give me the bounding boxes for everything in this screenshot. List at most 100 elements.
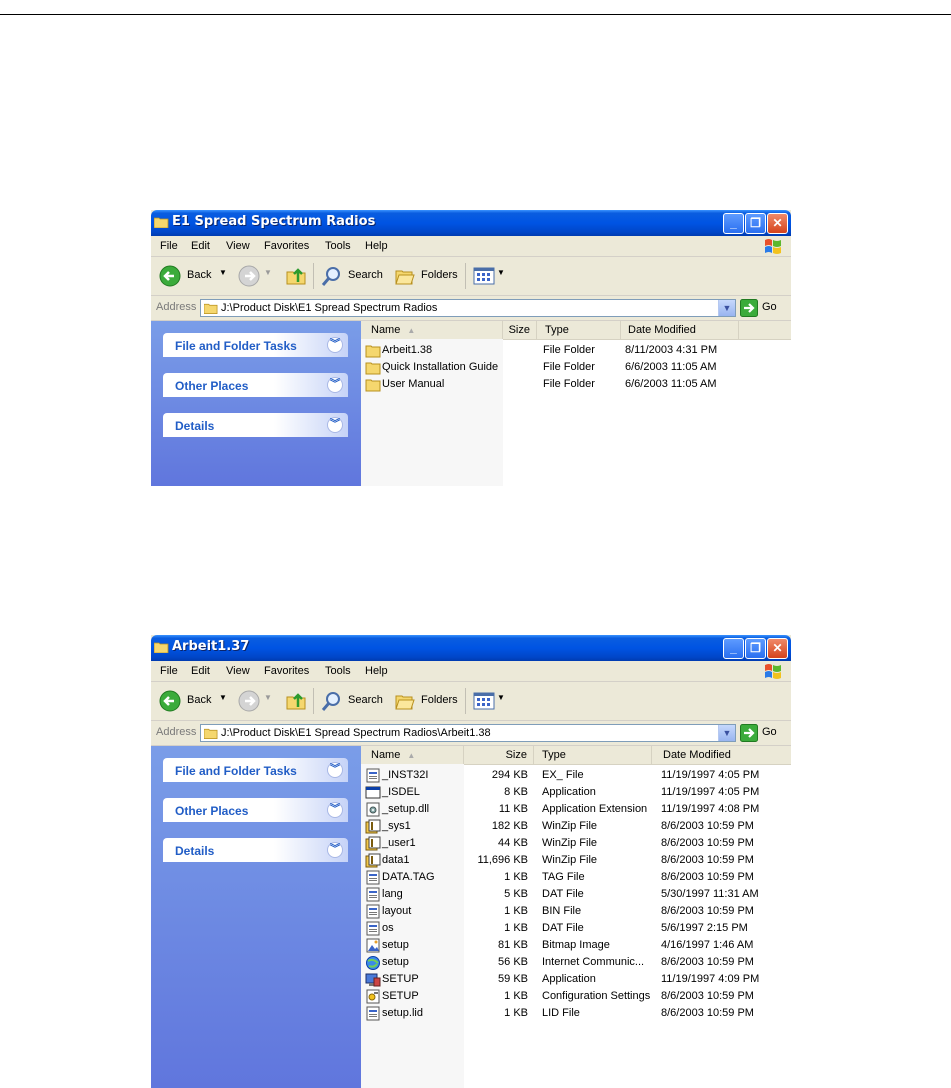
menu-view[interactable]: View — [226, 240, 250, 252]
list-item[interactable]: Arbeit1.38 File Folder 8/11/2003 4:31 PM — [361, 342, 791, 359]
list-item[interactable]: os 1 KB DAT File 5/6/1997 2:15 PM — [361, 920, 791, 937]
task-group-other-places[interactable]: Other Places ︾ — [163, 798, 348, 822]
file-name: setup — [382, 939, 409, 951]
maximize-button[interactable]: ❐ — [745, 638, 766, 659]
page-top-rule — [0, 14, 951, 15]
back-dropdown-icon[interactable]: ▼ — [219, 268, 227, 277]
menu-file[interactable]: File — [160, 240, 178, 252]
go-button[interactable]: Go — [740, 299, 786, 317]
maximize-button[interactable]: ❐ — [745, 213, 766, 234]
column-type[interactable]: Type — [534, 746, 652, 764]
forward-arrow-icon[interactable] — [238, 690, 260, 712]
views-icon[interactable] — [473, 690, 495, 712]
address-dropdown-icon[interactable]: ▼ — [718, 725, 735, 741]
chevron-down-icon[interactable]: ︾ — [327, 842, 343, 858]
column-name[interactable]: Name ▲ — [361, 746, 464, 764]
column-header-row: Name ▲ Size Type Date Modified — [361, 746, 791, 765]
chevron-down-icon[interactable]: ︾ — [327, 337, 343, 353]
go-label: Go — [762, 726, 777, 738]
menu-edit[interactable]: Edit — [191, 665, 210, 677]
folders-icon[interactable] — [394, 690, 416, 712]
close-button[interactable]: ✕ — [767, 213, 788, 234]
list-item[interactable]: _setup.dll 11 KB Application Extension 11/1… — [361, 801, 791, 818]
list-item[interactable]: setup 56 KB Internet Communic... 8/6/2003 1… — [361, 954, 791, 971]
list-item[interactable]: User Manual File Folder 6/6/2003 11:05 A… — [361, 376, 791, 393]
file-name: _INST32I — [382, 769, 429, 781]
chevron-down-icon[interactable]: ︾ — [327, 802, 343, 818]
minimize-button[interactable]: _ — [723, 638, 744, 659]
column-date-modified[interactable]: Date Modified — [652, 746, 791, 764]
list-item[interactable]: setup.lid 1 KB LID File 8/6/2003 10:59 PM — [361, 1005, 791, 1022]
folders-button[interactable]: Folders — [421, 694, 458, 706]
list-item[interactable]: Quick Installation Guide File Folder 6/6… — [361, 359, 791, 376]
column-type[interactable]: Type — [537, 321, 621, 339]
list-item[interactable]: DATA.TAG 1 KB TAG File 8/6/2003 10:59 PM — [361, 869, 791, 886]
list-item[interactable]: layout 1 KB BIN File 8/6/2003 10:59 PM — [361, 903, 791, 920]
chevron-down-icon[interactable]: ︾ — [327, 762, 343, 778]
title-bar[interactable]: E1 Spread Spectrum Radios _ ❐ ✕ — [151, 210, 791, 236]
column-size[interactable]: Size — [464, 746, 534, 764]
column-date-modified[interactable]: Date Modified — [621, 321, 739, 339]
list-item[interactable]: _ISDEL 8 KB Application 11/19/1997 4:05 PM — [361, 784, 791, 801]
list-item[interactable]: _sys1 182 KB WinZip File 8/6/2003 10:59 PM — [361, 818, 791, 835]
menu-favorites[interactable]: Favorites — [264, 665, 309, 677]
forward-dropdown-icon[interactable]: ▼ — [264, 693, 272, 702]
back-dropdown-icon[interactable]: ▼ — [219, 693, 227, 702]
file-date: 11/19/1997 4:05 PM — [661, 769, 760, 781]
menu-help[interactable]: Help — [365, 665, 388, 677]
task-group-file-folder-tasks[interactable]: File and Folder Tasks ︾ — [163, 758, 348, 782]
search-icon[interactable] — [321, 690, 343, 712]
back-button[interactable]: Back — [187, 269, 211, 281]
chevron-down-icon[interactable]: ︾ — [327, 417, 343, 433]
back-arrow-icon[interactable] — [159, 690, 181, 712]
search-icon[interactable] — [321, 265, 343, 287]
folders-icon[interactable] — [394, 265, 416, 287]
folders-button[interactable]: Folders — [421, 269, 458, 281]
menu-tools[interactable]: Tools — [325, 665, 351, 677]
menu-favorites[interactable]: Favorites — [264, 240, 309, 252]
go-button[interactable]: Go — [740, 724, 786, 742]
menu-edit[interactable]: Edit — [191, 240, 210, 252]
file-size: 1 KB — [504, 905, 528, 917]
file-name: os — [382, 922, 394, 934]
title-bar[interactable]: Arbeit1.37 _ ❐ ✕ — [151, 635, 791, 661]
address-field[interactable]: J:\Product Disk\E1 Spread Spectrum Radio… — [200, 299, 736, 317]
back-button[interactable]: Back — [187, 694, 211, 706]
address-field[interactable]: J:\Product Disk\E1 Spread Spectrum Radio… — [200, 724, 736, 742]
column-size[interactable]: Size — [503, 321, 537, 339]
address-bar: Address J:\Product Disk\E1 Spread Spectr… — [151, 721, 791, 746]
forward-arrow-icon[interactable] — [238, 265, 260, 287]
list-item[interactable]: setup 81 KB Bitmap Image 4/16/1997 1:46 AM — [361, 937, 791, 954]
column-name[interactable]: Name ▲ — [361, 321, 503, 339]
views-dropdown-icon[interactable]: ▼ — [497, 693, 505, 702]
menu-view[interactable]: View — [226, 665, 250, 677]
chevron-down-icon[interactable]: ︾ — [327, 377, 343, 393]
folder-up-icon[interactable] — [285, 264, 307, 286]
list-item[interactable]: lang 5 KB DAT File 5/30/1997 11:31 AM — [361, 886, 791, 903]
file-type: DAT File — [542, 922, 584, 934]
go-arrow-icon — [740, 724, 758, 742]
folder-up-icon[interactable] — [285, 689, 307, 711]
list-item[interactable]: _user1 44 KB WinZip File 8/6/2003 10:59 PM — [361, 835, 791, 852]
task-group-details[interactable]: Details ︾ — [163, 413, 348, 437]
close-button[interactable]: ✕ — [767, 638, 788, 659]
file-date: 11/19/1997 4:08 PM — [661, 803, 760, 815]
list-item[interactable]: data1 11,696 KB WinZip File 8/6/2003 10:59 … — [361, 852, 791, 869]
address-dropdown-icon[interactable]: ▼ — [718, 300, 735, 316]
menu-tools[interactable]: Tools — [325, 240, 351, 252]
views-dropdown-icon[interactable]: ▼ — [497, 268, 505, 277]
menu-help[interactable]: Help — [365, 240, 388, 252]
menu-file[interactable]: File — [160, 665, 178, 677]
task-group-file-folder-tasks[interactable]: File and Folder Tasks ︾ — [163, 333, 348, 357]
list-item[interactable]: _INST32I 294 KB EX_ File 11/19/1997 4:05 PM — [361, 767, 791, 784]
task-group-details[interactable]: Details ︾ — [163, 838, 348, 862]
minimize-button[interactable]: _ — [723, 213, 744, 234]
views-icon[interactable] — [473, 265, 495, 287]
search-button[interactable]: Search — [348, 694, 383, 706]
forward-dropdown-icon[interactable]: ▼ — [264, 268, 272, 277]
search-button[interactable]: Search — [348, 269, 383, 281]
task-group-other-places[interactable]: Other Places ︾ — [163, 373, 348, 397]
list-item[interactable]: SETUP 1 KB Configuration Settings 8/6/2003 … — [361, 988, 791, 1005]
back-arrow-icon[interactable] — [159, 265, 181, 287]
list-item[interactable]: SETUP 59 KB Application 11/19/1997 4:09 PM — [361, 971, 791, 988]
